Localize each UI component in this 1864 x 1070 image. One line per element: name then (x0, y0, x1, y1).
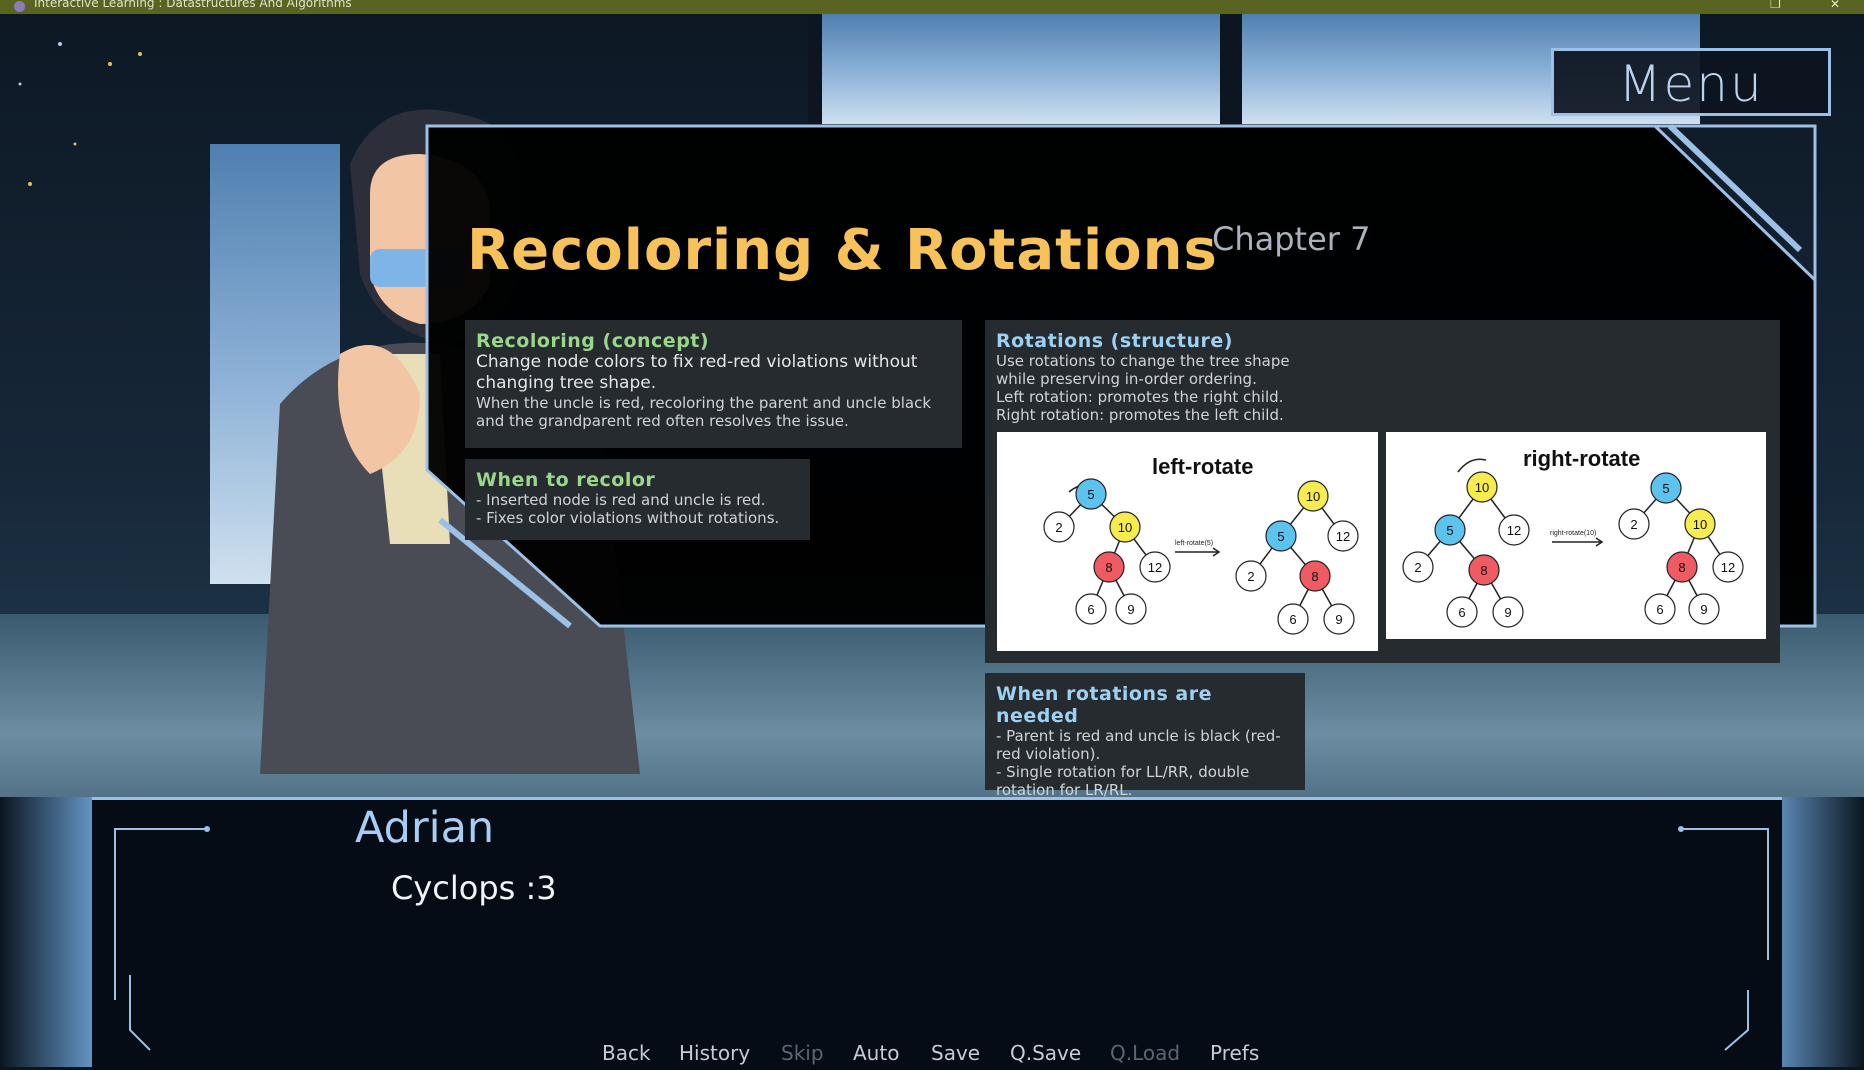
when-rotations-needed-card: When rotations are needed - Parent is re… (985, 673, 1305, 799)
chapter-title: Recoloring & Rotations (467, 218, 1218, 283)
card-heading: Recoloring (concept) (476, 330, 710, 352)
node-label: 10 (1306, 489, 1320, 504)
card-heading: When rotations are needed (996, 683, 1213, 727)
node-label: 8 (1311, 569, 1318, 584)
menu-button[interactable]: Menu (1551, 48, 1831, 116)
recoloring-concept-card: Recoloring (concept) Change node colors … (465, 320, 962, 448)
list-item: - Fixes color violations without rotatio… (476, 509, 780, 527)
node-label: 10 (1475, 480, 1489, 495)
node-label: 2 (1630, 517, 1637, 532)
list-item: - Parent is red and uncle is black (red-… (996, 727, 1281, 763)
node-label: 12 (1721, 560, 1735, 575)
left-rotate-diagram: left-rotate left-rotate(5) 5 2 10 8 12 6… (997, 432, 1378, 651)
quick-menu-prefs[interactable]: Prefs (1210, 1041, 1259, 1065)
diagram-title: right-rotate (1523, 446, 1640, 471)
list-item: - Inserted node is red and uncle is red. (476, 491, 766, 509)
chapter-number: Chapter 7 (1212, 220, 1371, 258)
node-label: 12 (1507, 523, 1521, 538)
diagram-title: left-rotate (1152, 454, 1253, 479)
node-label: 2 (1055, 520, 1062, 535)
dialogue-text: Cyclops :3 (391, 869, 557, 907)
node-label: 5 (1446, 523, 1453, 538)
rotation-label: right-rotate(10) (1550, 530, 1596, 537)
node-label: 9 (1127, 602, 1134, 617)
node-label: 6 (1289, 612, 1296, 627)
card-heading: When to recolor (476, 469, 656, 491)
dialogue-left-glow (0, 797, 100, 1067)
quick-menu-skip[interactable]: Skip (781, 1041, 824, 1065)
node-label: 9 (1700, 602, 1707, 617)
node-label: 10 (1118, 520, 1132, 535)
list-item: - Single rotation for LL/RR, double rota… (996, 763, 1250, 799)
node-label: 8 (1678, 560, 1685, 575)
quick-menu-history[interactable]: History (679, 1041, 750, 1065)
node-label: 2 (1414, 560, 1421, 575)
node-label: 9 (1335, 612, 1342, 627)
node-label: 6 (1656, 602, 1663, 617)
card-heading: Rotations (structure) (996, 330, 1233, 352)
card-line: Right rotation: promotes the left child. (996, 406, 1284, 424)
node-label: 6 (1087, 602, 1094, 617)
node-label: 12 (1336, 529, 1350, 544)
rotation-label: left-rotate(5) (1175, 540, 1213, 547)
card-line: while preserving in-order ordering. (996, 370, 1257, 388)
card-line: Use rotations to change the tree shape (996, 352, 1290, 370)
quick-menu-back[interactable]: Back (602, 1041, 651, 1065)
quick-menu-q-load[interactable]: Q.Load (1110, 1041, 1180, 1065)
node-label: 2 (1247, 569, 1254, 584)
quick-menu-save[interactable]: Save (931, 1041, 980, 1065)
quick-menu-q-save[interactable]: Q.Save (1010, 1041, 1081, 1065)
node-label: 6 (1458, 605, 1465, 620)
card-line: Left rotation: promotes the right child. (996, 388, 1284, 406)
node-label: 8 (1480, 563, 1487, 578)
node-label: 9 (1504, 605, 1511, 620)
quick-menu-auto[interactable]: Auto (853, 1041, 899, 1065)
card-lead-text: Change node colors to fix red-red violat… (476, 352, 918, 393)
when-to-recolor-card: When to recolor - Inserted node is red a… (465, 459, 810, 540)
node-label: 5 (1662, 481, 1669, 496)
dialogue-box[interactable] (92, 797, 1782, 1070)
node-label: 5 (1087, 487, 1094, 502)
node-label: 5 (1277, 529, 1284, 544)
right-rotate-diagram: right-rotate right-rotate(10) 10 5 12 2 … (1386, 432, 1766, 639)
card-detail-text: When the uncle is red, recoloring the pa… (476, 394, 932, 430)
node-label: 12 (1148, 560, 1162, 575)
node-label: 8 (1105, 560, 1112, 575)
node-label: 10 (1693, 517, 1707, 532)
speaker-name: Adrian (355, 803, 495, 853)
